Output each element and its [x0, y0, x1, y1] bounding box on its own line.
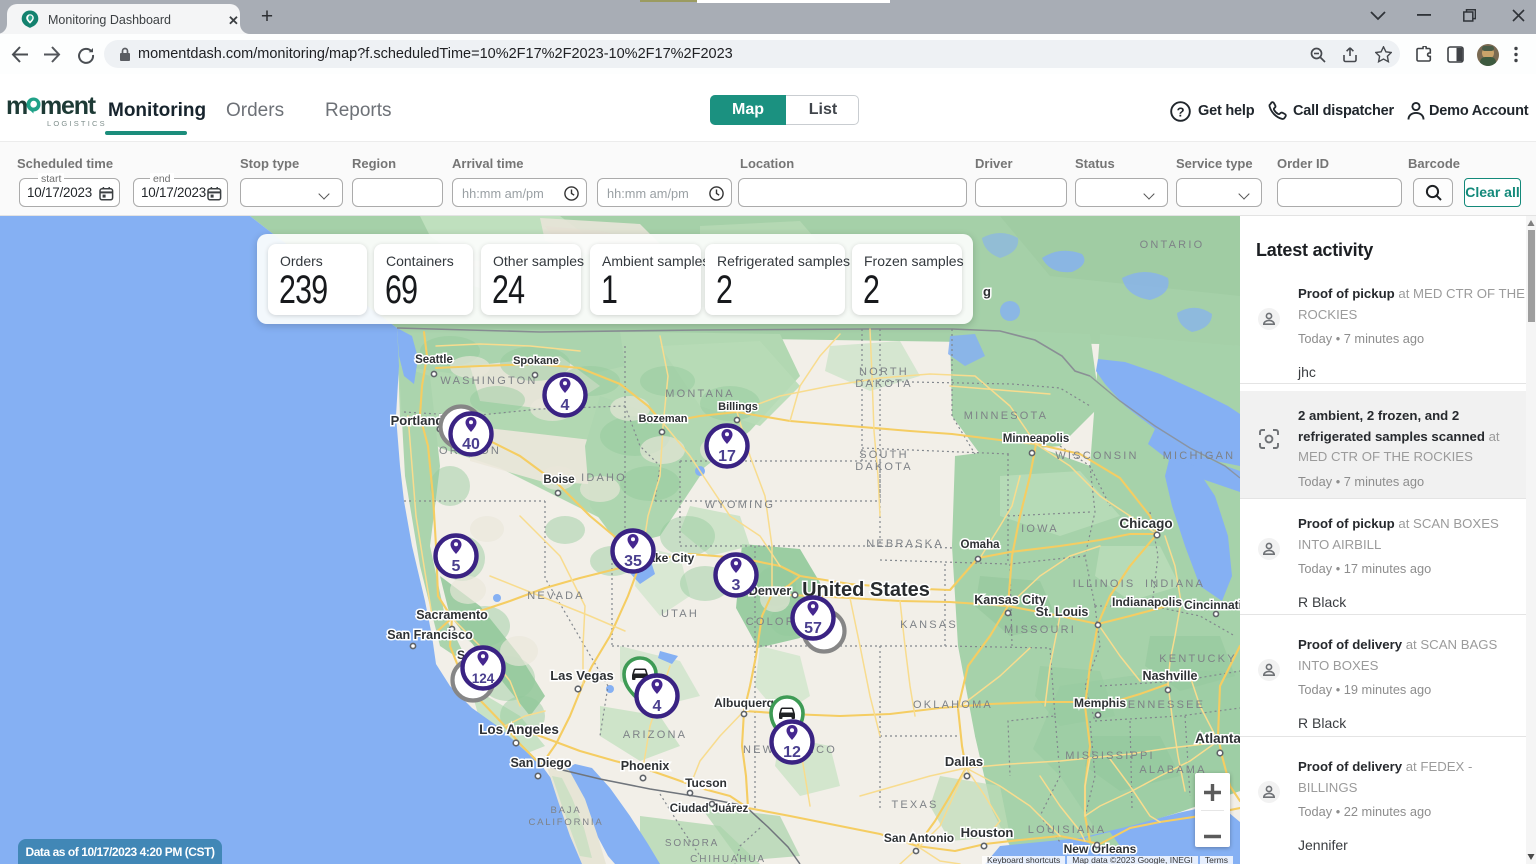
svg-text:Spokane: Spokane	[513, 355, 559, 367]
svg-text:TENNESSEE: TENNESSEE	[1119, 699, 1205, 711]
svg-text:San Antonio: San Antonio	[884, 831, 954, 845]
svg-text:Omaha: Omaha	[961, 539, 1001, 551]
svg-text:INDIANA: INDIANA	[1145, 578, 1205, 590]
svg-text:4: 4	[561, 397, 570, 414]
svg-text:DAKOTA: DAKOTA	[855, 461, 913, 473]
svg-text:Seattle: Seattle	[415, 354, 453, 366]
svg-text:San Francisco: San Francisco	[387, 628, 473, 642]
svg-text:MISSISSIPPI: MISSISSIPPI	[1065, 750, 1155, 762]
svg-text:17: 17	[718, 448, 736, 465]
svg-text:Las Vegas: Las Vegas	[550, 668, 614, 683]
svg-text:Minneapolis: Minneapolis	[1003, 433, 1069, 445]
svg-text:KENTUCKY: KENTUCKY	[1159, 653, 1237, 665]
svg-text:?: ?	[1177, 104, 1185, 119]
svg-text:Cincinnati: Cincinnati	[1184, 598, 1240, 612]
svg-text:4: 4	[653, 698, 662, 715]
svg-text:SONORA: SONORA	[665, 838, 719, 849]
svg-text:NORTH: NORTH	[859, 366, 909, 378]
svg-text:NEVADA: NEVADA	[527, 590, 585, 602]
svg-text:OKLAHOMA: OKLAHOMA	[913, 699, 993, 711]
svg-text:CALIFORNIA: CALIFORNIA	[528, 817, 603, 828]
svg-text:5: 5	[452, 558, 461, 575]
svg-text:Memphis: Memphis	[1074, 696, 1126, 710]
svg-text:WISCONSIN: WISCONSIN	[1055, 450, 1138, 462]
svg-text:MICHIGAN: MICHIGAN	[1163, 450, 1236, 462]
svg-text:ARIZONA: ARIZONA	[623, 729, 687, 741]
svg-text:3: 3	[732, 577, 741, 594]
svg-text:Billings: Billings	[718, 401, 758, 413]
svg-text:Houston: Houston	[961, 825, 1014, 840]
svg-text:UTAH: UTAH	[661, 608, 699, 620]
svg-text:LOGISTICS: LOGISTICS	[47, 119, 107, 128]
svg-text:MISSOURI: MISSOURI	[1004, 624, 1076, 636]
svg-text:MINNESOTA: MINNESOTA	[964, 410, 1048, 422]
svg-text:Sacramento: Sacramento	[416, 608, 488, 622]
svg-text:Los Angeles: Los Angeles	[479, 722, 559, 737]
svg-text:BAJA: BAJA	[551, 805, 582, 816]
svg-text:NEBRASKA: NEBRASKA	[866, 538, 944, 550]
svg-text:IDAHO: IDAHO	[581, 472, 627, 484]
svg-text:SOUTH: SOUTH	[859, 449, 909, 461]
svg-text:Phoenix: Phoenix	[621, 759, 670, 773]
svg-text:WASHINGTON: WASHINGTON	[440, 375, 537, 387]
svg-text:g: g	[983, 284, 991, 299]
svg-text:CHIHUAHUA: CHIHUAHUA	[690, 854, 766, 864]
svg-text:m: m	[7, 92, 27, 120]
svg-text:40: 40	[462, 436, 480, 453]
svg-text:35: 35	[624, 553, 642, 570]
svg-text:TEXAS: TEXAS	[891, 799, 938, 811]
svg-text:ILLINOIS: ILLINOIS	[1073, 578, 1136, 590]
svg-text:Tucson: Tucson	[685, 776, 727, 790]
svg-text:IOWA: IOWA	[1021, 523, 1059, 535]
svg-text:DAKOTA: DAKOTA	[855, 378, 913, 390]
svg-text:MONTANA: MONTANA	[665, 388, 735, 400]
svg-text:ONTARIO: ONTARIO	[1140, 239, 1205, 251]
svg-text:ment: ment	[40, 92, 97, 120]
svg-text:Dallas: Dallas	[945, 754, 983, 769]
svg-text:Nashville: Nashville	[1143, 669, 1198, 683]
svg-text:LOUISIANA: LOUISIANA	[1028, 824, 1107, 836]
svg-text:Indianapolis: Indianapolis	[1112, 595, 1182, 609]
svg-text:Bozeman: Bozeman	[639, 413, 688, 425]
svg-text:WYOMING: WYOMING	[705, 499, 775, 511]
svg-text:Chicago: Chicago	[1119, 516, 1172, 531]
svg-text:San Diego: San Diego	[510, 756, 571, 770]
svg-text:Boise: Boise	[543, 474, 574, 486]
svg-text:Portland: Portland	[391, 413, 444, 428]
svg-text:12: 12	[783, 744, 801, 761]
svg-text:Atlanta: Atlanta	[1195, 731, 1240, 746]
svg-text:KANSAS: KANSAS	[900, 619, 958, 631]
svg-text:124: 124	[472, 671, 495, 686]
svg-text:57: 57	[804, 620, 822, 637]
svg-text:St. Louis: St. Louis	[1036, 605, 1089, 619]
